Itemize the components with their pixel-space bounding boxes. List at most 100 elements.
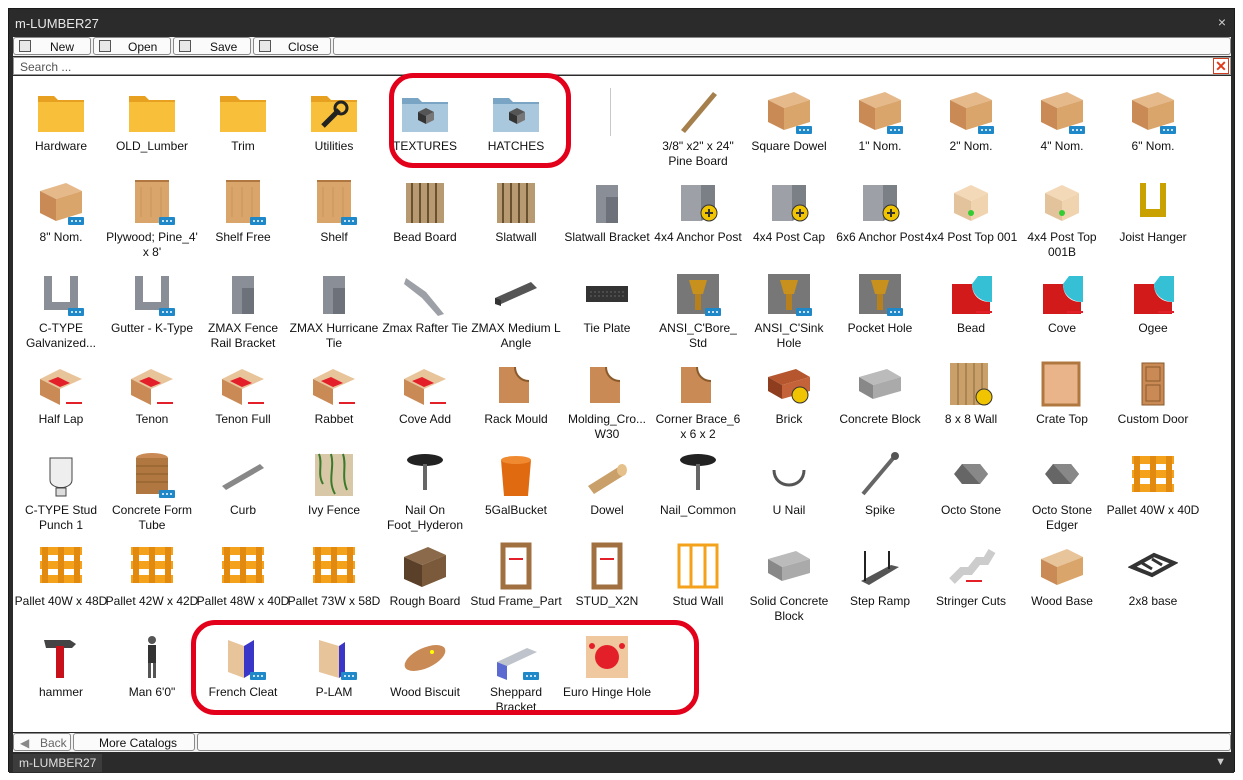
catalog-item[interactable]: Stud Frame_Part xyxy=(470,531,562,619)
catalog-item[interactable]: Ivy Fence xyxy=(289,440,379,528)
catalog-item[interactable]: ZMAX Fence Rail Bracket xyxy=(198,258,288,350)
catalog-item[interactable]: Pocket Hole xyxy=(835,258,925,346)
catalog-item[interactable]: 5GalBucket xyxy=(471,440,561,528)
catalog-item[interactable]: Stud Wall xyxy=(653,531,743,619)
catalog-item[interactable]: Curb xyxy=(198,440,288,528)
joint-icon xyxy=(309,359,359,409)
catalog-item[interactable]: Cove xyxy=(1017,258,1107,346)
catalog-item[interactable]: Molding_Cro... W30 xyxy=(562,349,652,441)
catalog-item[interactable]: Plywood; Pine_4' x 8' xyxy=(106,167,198,259)
bracket-icon xyxy=(582,177,632,227)
catalog-item[interactable]: Octo Stone xyxy=(926,440,1016,528)
catalog-item[interactable]: STUD_X2N xyxy=(562,531,652,619)
catalog-item-label: ANSI_C'Bore_ Std xyxy=(659,321,737,350)
catalog-item[interactable]: Nail_Common xyxy=(653,440,743,528)
catalog-item[interactable]: U Nail xyxy=(744,440,834,528)
pallet-icon xyxy=(309,541,359,591)
catalog-item[interactable]: OLD_Lumber xyxy=(107,76,197,164)
catalog-item[interactable]: 4x4 Post Top 001B xyxy=(1017,167,1107,259)
close-icon[interactable]: × xyxy=(1218,14,1226,30)
catalog-item[interactable]: 2x8 base xyxy=(1108,531,1198,619)
catalog-item[interactable]: Tenon xyxy=(107,349,197,437)
catalog-item[interactable]: Trim xyxy=(198,76,288,164)
catalog-item[interactable]: Pallet 40W x 48D xyxy=(15,531,107,619)
open-button[interactable]: Open xyxy=(93,37,171,55)
chevron-down-icon[interactable]: ▼ xyxy=(1215,756,1226,768)
catalog-item[interactable]: Tenon Full xyxy=(198,349,288,437)
catalog-item[interactable]: Ogee xyxy=(1108,258,1198,346)
catalog-item[interactable]: 4x4 Anchor Post xyxy=(653,167,743,255)
catalog-item[interactable]: Shelf Free xyxy=(198,167,288,255)
catalog-item[interactable]: Rack Mould xyxy=(471,349,561,437)
catalog-item[interactable]: Step Ramp xyxy=(835,531,925,619)
catalog-item[interactable]: Gutter - K-Type xyxy=(107,258,197,346)
catalog-item[interactable]: Man 6'0" xyxy=(107,622,197,710)
catalog-item[interactable]: Solid Concrete Block xyxy=(744,531,834,623)
more-catalogs-button[interactable]: More Catalogs xyxy=(73,733,195,751)
catalog-item[interactable]: Spike xyxy=(835,440,925,528)
catalog-item[interactable]: 4" Nom. xyxy=(1017,76,1107,164)
catalog-tab[interactable]: m-LUMBER27 xyxy=(13,754,103,772)
catalog-item[interactable]: 8" Nom. xyxy=(16,167,106,255)
catalog-item[interactable]: Slatwall Bracket xyxy=(562,167,652,255)
catalog-item[interactable]: C-TYPE Galvanized... xyxy=(16,258,106,350)
catalog-item[interactable]: Crate Top xyxy=(1017,349,1107,437)
catalog-item[interactable]: Shelf xyxy=(289,167,379,255)
catalog-item-label: Solid Concrete Block xyxy=(749,594,829,623)
catalog-item[interactable]: hammer xyxy=(16,622,106,710)
door-icon xyxy=(1128,359,1178,409)
catalog-item[interactable]: 6" Nom. xyxy=(1108,76,1198,164)
catalog-item[interactable]: 8 x 8 Wall xyxy=(926,349,1016,437)
save-button[interactable]: Save xyxy=(173,37,251,55)
catalog-item[interactable]: Custom Door xyxy=(1108,349,1198,437)
catalog-item[interactable]: Dowel xyxy=(562,440,652,528)
clear-search-icon[interactable]: ✕ xyxy=(1213,58,1229,74)
catalog-item[interactable]: 6x6 Anchor Post xyxy=(835,167,925,255)
catalog-item[interactable]: Rabbet xyxy=(289,349,379,437)
search-input[interactable] xyxy=(18,58,1202,76)
catalog-item[interactable]: 4x4 Post Top 001 xyxy=(925,167,1017,255)
catalog-item[interactable]: Corner Brace_6 x 6 x 2 xyxy=(653,349,743,441)
catalog-item[interactable]: ZMAX Medium L Angle xyxy=(471,258,561,350)
new-button[interactable]: New xyxy=(13,37,91,55)
catalog-item[interactable]: 2" Nom. xyxy=(926,76,1016,164)
catalog-item[interactable]: Zmax Rafter Tie xyxy=(380,258,470,346)
catalog-item[interactable]: Square Dowel xyxy=(744,76,834,164)
catalog-item[interactable]: Slatwall xyxy=(471,167,561,255)
slatwall-icon xyxy=(491,177,541,227)
catalog-item[interactable]: Hardware xyxy=(16,76,106,164)
catalog-item[interactable]: C-TYPE Stud Punch 1 xyxy=(16,440,106,532)
catalog-item[interactable]: Pallet 73W x 58D xyxy=(288,531,380,619)
close-button[interactable]: Close xyxy=(253,37,331,55)
catalog-item-label: 6" Nom. xyxy=(1131,139,1175,153)
catalog-item[interactable]: Joist Hanger xyxy=(1108,167,1198,255)
catalog-item[interactable]: Octo Stone Edger xyxy=(1017,440,1107,532)
catalog-item[interactable]: Bead xyxy=(926,258,1016,346)
catalog-item[interactable]: Rough Board xyxy=(380,531,470,619)
catalog-item-label: Spike xyxy=(864,503,896,517)
catalog-item[interactable]: Pallet 48W x 40D xyxy=(197,531,289,619)
block-icon xyxy=(855,359,905,409)
block-icon xyxy=(764,541,814,591)
wrench-folder-icon xyxy=(309,86,359,136)
catalog-item[interactable]: Utilities xyxy=(289,76,379,164)
catalog-item[interactable]: Cove Add xyxy=(380,349,470,437)
catalog-item[interactable]: Half Lap xyxy=(16,349,106,437)
catalog-item[interactable]: 3/8" x2" x 24" Pine Board xyxy=(653,76,743,168)
catalog-item[interactable]: ZMAX Hurricane Tie xyxy=(289,258,379,350)
catalog-item[interactable]: Concrete Block xyxy=(835,349,925,437)
catalog-item[interactable]: Brick xyxy=(744,349,834,437)
back-button[interactable]: ◀ Back xyxy=(13,733,71,751)
catalog-item[interactable]: 4x4 Post Cap xyxy=(744,167,834,255)
catalog-item[interactable]: Pallet 40W x 40D xyxy=(1107,440,1199,528)
catalog-item[interactable]: Pallet 42W x 42D xyxy=(106,531,198,619)
catalog-item[interactable]: ANSI_C'Sink Hole xyxy=(744,258,834,350)
catalog-item[interactable]: Nail On Foot_Hyderon xyxy=(380,440,470,532)
catalog-item[interactable]: 1" Nom. xyxy=(835,76,925,164)
catalog-item[interactable]: ANSI_C'Bore_ Std xyxy=(653,258,743,350)
catalog-item[interactable]: Bead Board xyxy=(380,167,470,255)
catalog-item[interactable]: Tie Plate xyxy=(562,258,652,346)
catalog-item[interactable]: Wood Base xyxy=(1017,531,1107,619)
catalog-item[interactable]: Stringer Cuts xyxy=(926,531,1016,619)
catalog-item[interactable]: Concrete Form Tube xyxy=(107,440,197,532)
